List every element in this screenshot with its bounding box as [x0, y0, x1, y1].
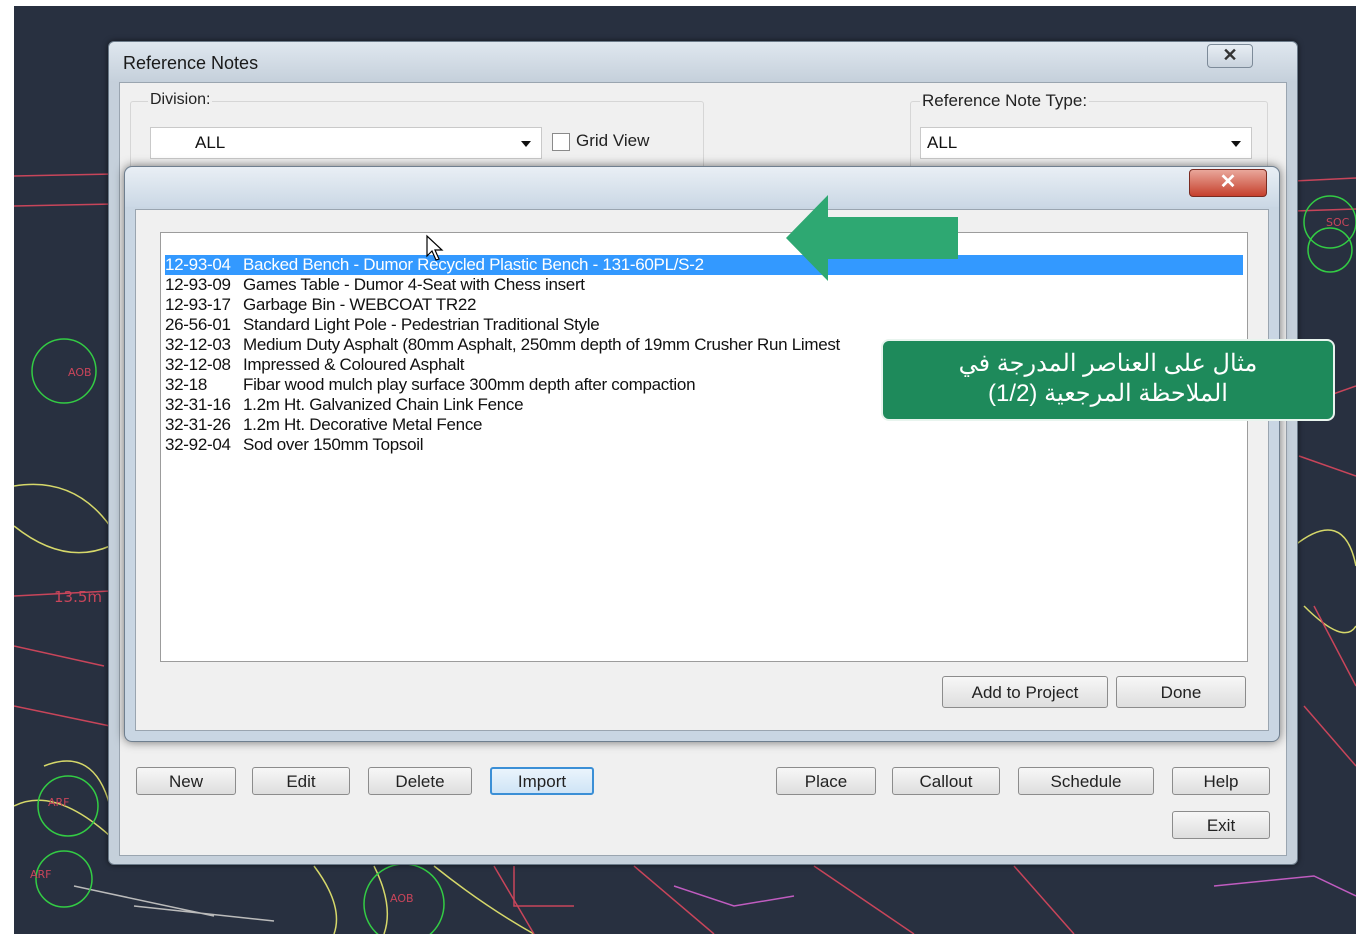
list-item[interactable]: 32-18 Fibar wood mulch play surface 300mm…	[165, 375, 696, 395]
place-button[interactable]: Place	[776, 767, 876, 795]
note-code: 32-31-16	[165, 395, 231, 414]
title-bar: Reference Notes ✕	[109, 42, 1297, 82]
note-code: 26-56-01	[165, 315, 231, 334]
note-text: Backed Bench - Dumor Recycled Plastic Be…	[243, 255, 704, 274]
close-button[interactable]: ✕	[1207, 44, 1253, 68]
cad-label: 13.5m	[54, 588, 102, 606]
note-code: 32-12-03	[165, 335, 231, 354]
callout-button[interactable]: Callout	[892, 767, 1000, 795]
ref-type-value: ALL	[927, 133, 958, 152]
note-code: 32-31-26	[165, 415, 231, 434]
callout-line-1: مثال على العناصر المدرجة في	[958, 350, 1258, 377]
note-text: Medium Duty Asphalt (80mm Asphalt, 250mm…	[243, 335, 840, 354]
list-item[interactable]: 12-93-04 Backed Bench - Dumor Recycled Pl…	[165, 255, 1243, 275]
ref-type-dropdown[interactable]: ALL	[920, 127, 1252, 159]
list-item[interactable]: 32-12-03 Medium Duty Asphalt (80mm Asphal…	[165, 335, 840, 355]
division-label: Division:	[148, 91, 213, 109]
dialog-client-area: 12-93-04 Backed Bench - Dumor Recycled Pl…	[135, 209, 1269, 731]
chevron-down-icon	[521, 141, 531, 147]
list-item[interactable]: 32-31-26 1.2m Ht. Decorative Metal Fence	[165, 415, 482, 435]
exit-button[interactable]: Exit	[1172, 811, 1270, 839]
note-picker-dialog: ✕ 12-93-04 Backed Bench - Dumor Recycled …	[124, 166, 1280, 742]
list-item[interactable]: 12-93-09 Games Table - Dumor 4-Seat with …	[165, 275, 585, 295]
mouse-cursor-icon	[426, 234, 444, 261]
note-text: 1.2m Ht. Decorative Metal Fence	[243, 415, 483, 434]
note-code: 32-92-04	[165, 435, 231, 454]
cad-label: SOC	[1326, 216, 1350, 229]
reference-notes-list[interactable]: 12-93-04 Backed Bench - Dumor Recycled Pl…	[160, 232, 1248, 662]
note-code: 32-18	[165, 375, 207, 394]
grid-view-label: Grid View	[574, 131, 652, 151]
new-button[interactable]: New	[136, 767, 236, 795]
note-text: Standard Light Pole - Pedestrian Traditi…	[243, 315, 600, 334]
cad-label: ARF	[48, 796, 70, 809]
cad-label: AOB	[68, 366, 92, 379]
import-button[interactable]: Import	[490, 767, 594, 795]
cad-label: AOB	[390, 892, 414, 905]
note-code: 32-12-08	[165, 355, 231, 374]
note-text: Garbage Bin - WEBCOAT TR22	[243, 295, 477, 314]
dialog-close-button[interactable]: ✕	[1189, 169, 1267, 197]
cad-label: ARF	[30, 868, 52, 881]
note-text: Sod over 150mm Topsoil	[243, 435, 424, 454]
list-item[interactable]: 32-92-04 Sod over 150mm Topsoil	[165, 435, 423, 455]
annotation-callout: مثال على العناصر المدرجة في الملاحظة الم…	[881, 339, 1335, 421]
dialog-title-bar: ✕	[125, 167, 1279, 207]
chevron-down-icon	[1231, 141, 1241, 147]
add-to-project-button[interactable]: Add to Project	[942, 676, 1108, 708]
callout-line-2: الملاحظة المرجعية (1/2)	[988, 380, 1228, 407]
division-value: ALL	[195, 133, 226, 152]
list-item[interactable]: 32-12-08 Impressed & Coloured Asphalt	[165, 355, 465, 375]
note-code: 12-93-04	[165, 255, 231, 274]
green-arrow-icon	[786, 195, 958, 281]
done-button[interactable]: Done	[1116, 676, 1246, 708]
note-code: 12-93-17	[165, 295, 231, 314]
note-text: Games Table - Dumor 4-Seat with Chess in…	[243, 275, 585, 294]
schedule-button[interactable]: Schedule	[1018, 767, 1154, 795]
note-text: Impressed & Coloured Asphalt	[243, 355, 465, 374]
delete-button[interactable]: Delete	[368, 767, 472, 795]
edit-button[interactable]: Edit	[252, 767, 350, 795]
note-code: 12-93-09	[165, 275, 231, 294]
note-text: 1.2m Ht. Galvanized Chain Link Fence	[243, 395, 524, 414]
help-button[interactable]: Help	[1172, 767, 1270, 795]
grid-view-checkbox[interactable]	[552, 133, 570, 151]
note-text: Fibar wood mulch play surface 300mm dept…	[243, 375, 696, 394]
ref-type-label: Reference Note Type:	[920, 91, 1090, 111]
list-item[interactable]: 12-93-17 Garbage Bin - WEBCOAT TR22	[165, 295, 476, 315]
window-title: Reference Notes	[123, 53, 259, 73]
division-dropdown[interactable]: ALL	[150, 127, 542, 159]
list-item[interactable]: 32-31-16 1.2m Ht. Galvanized Chain Link F…	[165, 395, 524, 415]
list-item[interactable]: 26-56-01 Standard Light Pole - Pedestrian…	[165, 315, 600, 335]
